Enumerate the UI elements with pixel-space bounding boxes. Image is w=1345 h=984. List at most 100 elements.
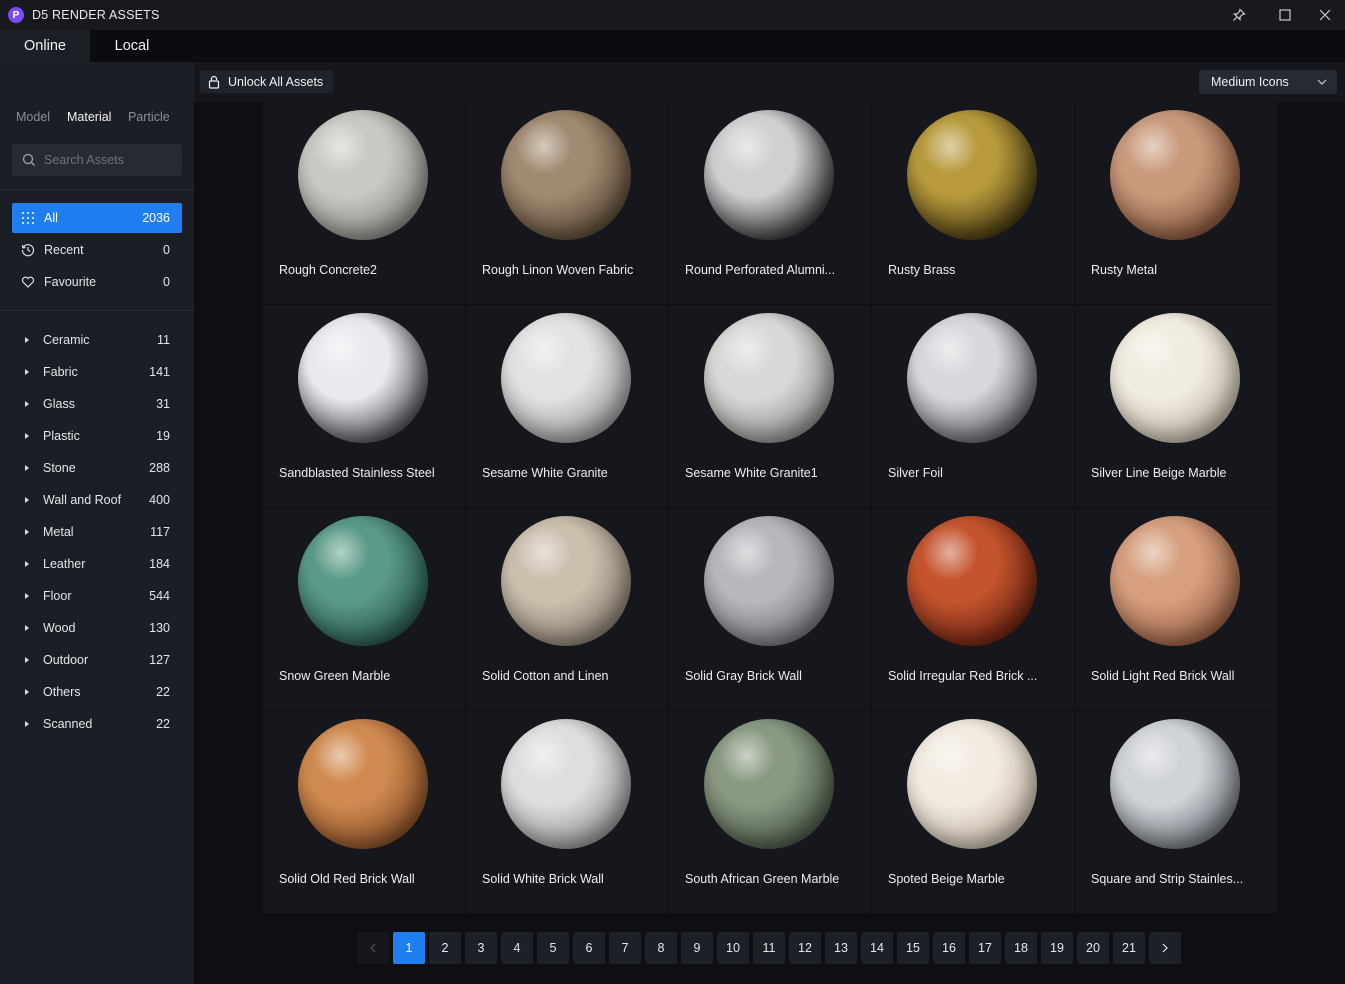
category-label: Leather [43,557,86,571]
asset-card[interactable]: Rough Concrete2 [263,102,465,304]
lock-icon [208,75,220,89]
category-stone[interactable]: Stone 288 [12,454,182,482]
tab-model[interactable]: Model [16,110,50,124]
page-button[interactable]: 6 [573,932,605,964]
page-button[interactable]: 12 [789,932,821,964]
asset-grid: Rough Concrete2 Rough Linon Woven Fabric… [263,102,1277,914]
page-button[interactable]: 15 [897,932,929,964]
category-others[interactable]: Others 22 [12,678,182,706]
asset-card[interactable]: Rough Linon Woven Fabric [466,102,668,304]
asset-card[interactable]: Snow Green Marble [263,508,465,710]
asset-card[interactable]: Square and Strip Stainles... [1075,711,1277,913]
page-button[interactable]: 16 [933,932,965,964]
asset-card[interactable]: Round Perforated Alumni... [669,102,871,304]
close-button[interactable] [1305,0,1345,30]
asset-card[interactable]: Silver Line Beige Marble [1075,305,1277,507]
material-preview [1110,110,1240,240]
pagination: 1 2 3 4 5 6 7 8 9 10 11 12 13 14 15 16 1… [357,932,1181,964]
asset-name: Sandblasted Stainless Steel [279,466,435,480]
caret-right-icon [25,401,29,407]
category-label: Others [43,685,81,699]
asset-card[interactable]: South African Green Marble [669,711,871,913]
category-floor[interactable]: Floor 544 [12,582,182,610]
material-preview [298,719,428,849]
page-button[interactable]: 2 [429,932,461,964]
search-input[interactable] [44,153,174,167]
close-icon [1319,9,1331,21]
asset-card[interactable]: Silver Foil [872,305,1074,507]
asset-card[interactable]: Sesame White Granite1 [669,305,871,507]
page-button[interactable]: 9 [681,932,713,964]
category-fabric[interactable]: Fabric 141 [12,358,182,386]
page-button[interactable]: 10 [717,932,749,964]
page-button[interactable]: 21 [1113,932,1145,964]
asset-name: Square and Strip Stainles... [1091,872,1244,886]
caret-right-icon [25,529,29,535]
filter-favourite[interactable]: Favourite 0 [12,267,182,297]
category-leather[interactable]: Leather 184 [12,550,182,578]
category-glass[interactable]: Glass 31 [12,390,182,418]
category-wood[interactable]: Wood 130 [12,614,182,642]
page-button[interactable]: 19 [1041,932,1073,964]
app-logo-icon: P [8,7,24,23]
asset-name: Snow Green Marble [279,669,391,683]
asset-card[interactable]: Sesame White Granite [466,305,668,507]
material-preview [501,516,631,646]
page-button[interactable]: 18 [1005,932,1037,964]
unlock-label: Unlock All Assets [228,74,324,89]
page-button[interactable]: 5 [537,932,569,964]
filter-all[interactable]: All 2036 [12,203,182,233]
asset-card[interactable]: Solid Old Red Brick Wall [263,711,465,913]
page-button[interactable]: 3 [465,932,497,964]
page-button[interactable]: 7 [609,932,641,964]
asset-card[interactable]: Solid White Brick Wall [466,711,668,913]
divider [0,189,194,190]
material-preview [298,516,428,646]
asset-card[interactable]: Rusty Metal [1075,102,1277,304]
material-preview [907,516,1037,646]
page-button[interactable]: 4 [501,932,533,964]
asset-card[interactable]: Solid Cotton and Linen [466,508,668,710]
page-button[interactable]: 13 [825,932,857,964]
category-plastic[interactable]: Plastic 19 [12,422,182,450]
tab-local[interactable]: Local [90,30,174,62]
search-icon [22,153,36,167]
asset-card[interactable]: Sandblasted Stainless Steel [263,305,465,507]
tab-particle[interactable]: Particle [128,110,170,124]
tab-material[interactable]: Material [67,110,111,124]
asset-card[interactable]: Solid Light Red Brick Wall [1075,508,1277,710]
sidebar: Model Material Particle All 2036 Recent … [0,62,194,984]
filter-label: Favourite [44,275,97,289]
category-outdoor[interactable]: Outdoor 127 [12,646,182,674]
category-wall-and-roof[interactable]: Wall and Roof 400 [12,486,182,514]
asset-card[interactable]: Rusty Brass [872,102,1074,304]
page-button[interactable]: 8 [645,932,677,964]
page-button[interactable]: 17 [969,932,1001,964]
page-button[interactable]: 20 [1077,932,1109,964]
material-preview [704,313,834,443]
page-button[interactable]: 1 [393,932,425,964]
pin-icon [1233,8,1246,21]
page-button[interactable]: 14 [861,932,893,964]
history-icon [20,243,36,257]
asset-card[interactable]: Solid Gray Brick Wall [669,508,871,710]
filter-recent[interactable]: Recent 0 [12,235,182,265]
prev-page-button[interactable] [357,932,389,964]
pin-button[interactable] [1219,0,1259,30]
filter-count: 0 [163,275,170,289]
page-button[interactable]: 11 [753,932,785,964]
asset-card[interactable]: Spoted Beige Marble [872,711,1074,913]
category-count: 127 [149,653,170,667]
unlock-all-button[interactable]: Unlock All Assets [200,70,334,93]
category-ceramic[interactable]: Ceramic 11 [12,326,182,354]
caret-right-icon [25,433,29,439]
category-scanned[interactable]: Scanned 22 [12,710,182,738]
category-label: Wall and Roof [43,493,122,507]
tab-online[interactable]: Online [0,30,90,62]
category-metal[interactable]: Metal 117 [12,518,182,546]
next-page-button[interactable] [1149,932,1181,964]
asset-card[interactable]: Solid Irregular Red Brick ... [872,508,1074,710]
search-box[interactable] [12,144,182,176]
maximize-button[interactable] [1265,0,1305,30]
view-mode-select[interactable]: Medium Icons [1199,70,1337,94]
